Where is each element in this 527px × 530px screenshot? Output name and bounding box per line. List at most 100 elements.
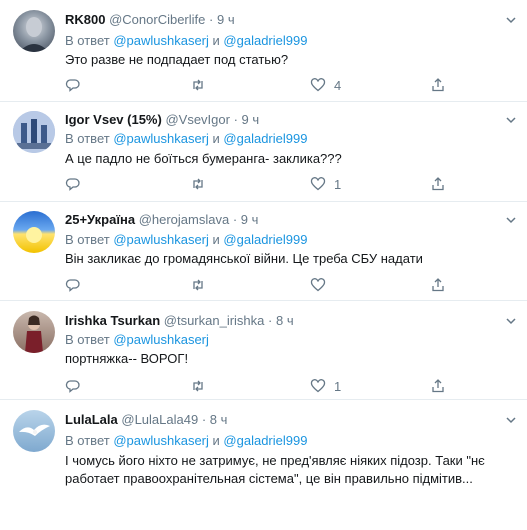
mention-link[interactable]: @galadriel999 [223, 131, 307, 146]
reply-context: В ответ @pawlushkaserj [65, 332, 209, 347]
share-icon [432, 278, 444, 292]
tweet-text: А це падло не боїться бумеранга- заклика… [65, 151, 342, 166]
tweet-text-line: І чомусь його ніхто не затримує, не пред… [65, 453, 485, 468]
tweet-text: портняжка-- ВОРОГ! [65, 351, 189, 366]
author-handle[interactable]: @tsurkan_irishka [164, 313, 265, 328]
reply-context: В ответ @pawlushkaserj и @galadriel999 [65, 131, 307, 146]
retweet-button[interactable] [190, 76, 206, 94]
mention-link[interactable]: @pawlushkaserj [113, 433, 209, 448]
share-button[interactable] [430, 276, 446, 294]
caret-down-icon[interactable] [505, 14, 517, 26]
mention-link[interactable]: @pawlushkaserj [113, 131, 209, 146]
reply-prefix: В ответ [65, 332, 110, 347]
timestamp[interactable]: 9 ч [241, 212, 259, 227]
tweet-2[interactable]: Igor Vsev (15%) @VsevIgor · 9 ч В ответ … [0, 102, 527, 202]
reply-prefix: В ответ [65, 33, 110, 48]
reply-conj: и [212, 33, 220, 48]
retweet-button[interactable] [190, 175, 206, 193]
share-button[interactable] [430, 76, 446, 94]
like-icon [310, 278, 326, 292]
reply-button[interactable] [65, 175, 81, 193]
author-name[interactable]: 25+Україна [65, 212, 135, 227]
timestamp[interactable]: 9 ч [217, 12, 235, 27]
author-handle[interactable]: @LulaLala49 [121, 412, 198, 427]
tweet-4[interactable]: Irishka Tsurkan @tsurkan_irishka · 8 ч В… [0, 301, 527, 400]
reply-button[interactable] [65, 76, 81, 94]
reply-prefix: В ответ [65, 232, 110, 247]
separator: · [201, 412, 207, 427]
like-count: 1 [334, 176, 342, 192]
like-icon [310, 379, 326, 393]
tweet-header: RK800 @ConorCiberlife · 9 ч [65, 12, 235, 27]
share-icon [432, 78, 444, 92]
mention-link[interactable]: @galadriel999 [223, 232, 307, 247]
avatar-rk800[interactable] [13, 10, 55, 52]
separator: · [232, 212, 238, 227]
tweet-actions: 1 [65, 175, 505, 193]
tweet-5[interactable]: LulaLala @LulaLala49 · 8 ч В ответ @pawl… [0, 400, 527, 530]
share-button[interactable] [430, 377, 446, 395]
author-handle[interactable]: @VsevIgor [165, 112, 230, 127]
retweet-button[interactable] [190, 276, 206, 294]
reply-prefix: В ответ [65, 433, 110, 448]
author-handle[interactable]: @herojamslava [139, 212, 230, 227]
mention-link[interactable]: @pawlushkaserj [113, 33, 209, 48]
tweet-3[interactable]: 25+Україна @herojamslava · 9 ч В ответ @… [0, 202, 527, 301]
tweet-1[interactable]: RK800 @ConorCiberlife · 9 ч В ответ @paw… [0, 0, 527, 102]
reply-conj: и [212, 433, 220, 448]
like-button[interactable]: 4 [310, 76, 341, 94]
share-button[interactable] [430, 175, 446, 193]
reply-icon [65, 279, 80, 292]
retweet-icon [193, 380, 203, 392]
like-count: 1 [334, 378, 342, 394]
reply-icon [65, 380, 80, 393]
author-name[interactable]: Igor Vsev (15%) [65, 112, 162, 127]
retweet-icon [193, 79, 203, 91]
reply-context: В ответ @pawlushkaserj и @galadriel999 [65, 433, 307, 448]
retweet-icon [193, 279, 203, 291]
timestamp[interactable]: 8 ч [276, 313, 294, 328]
reply-prefix: В ответ [65, 131, 110, 146]
avatar-25-ukraina[interactable] [13, 211, 55, 253]
reply-icon [65, 79, 80, 92]
caret-down-icon[interactable] [505, 414, 517, 426]
author-name[interactable]: Irishka Tsurkan [65, 313, 160, 328]
retweet-button[interactable] [190, 377, 206, 395]
like-count: 4 [334, 77, 342, 93]
separator: · [209, 12, 214, 27]
tweet-text: Это разве не подпадает под статью? [65, 52, 289, 67]
tweet-header: Irishka Tsurkan @tsurkan_irishka · 8 ч [65, 313, 294, 328]
like-button[interactable]: 1 [310, 175, 341, 193]
reply-conj: и [212, 131, 220, 146]
author-handle[interactable]: @ConorCiberlife [109, 12, 205, 27]
tweet-actions: 4 [65, 76, 505, 94]
caret-down-icon[interactable] [505, 114, 517, 126]
reply-button[interactable] [65, 276, 81, 294]
like-button[interactable] [310, 276, 334, 294]
tweet-text: Він закликає до громадянської війни. Це … [65, 251, 423, 266]
avatar-lulalala[interactable] [13, 410, 55, 452]
mention-link[interactable]: @galadriel999 [223, 433, 307, 448]
caret-down-icon[interactable] [505, 214, 517, 226]
reply-button[interactable] [65, 377, 81, 395]
retweet-icon [193, 178, 203, 190]
caret-down-icon[interactable] [505, 315, 517, 327]
like-icon [310, 177, 326, 191]
like-button[interactable]: 1 [310, 377, 341, 395]
mention-link[interactable]: @pawlushkaserj [113, 332, 209, 347]
avatar-igor-vsev[interactable] [13, 111, 55, 153]
tweet-header: 25+Україна @herojamslava · 9 ч [65, 212, 258, 227]
mention-link[interactable]: @galadriel999 [223, 33, 307, 48]
timestamp[interactable]: 8 ч [210, 412, 228, 427]
timestamp[interactable]: 9 ч [242, 112, 260, 127]
tweet-header: LulaLala @LulaLala49 · 8 ч [65, 412, 227, 427]
author-name[interactable]: RK800 [65, 12, 105, 27]
reply-icon [65, 178, 80, 191]
tweet-header: Igor Vsev (15%) @VsevIgor · 9 ч [65, 112, 259, 127]
avatar-irishka-tsurkan[interactable] [13, 311, 55, 353]
tweet-text-line: работает правоохранітельная сістема", це… [65, 471, 473, 486]
share-icon [432, 379, 444, 393]
mention-link[interactable]: @pawlushkaserj [113, 232, 209, 247]
tweet-text: І чомусь його ніхто не затримує, не пред… [65, 452, 505, 488]
author-name[interactable]: LulaLala [65, 412, 118, 427]
